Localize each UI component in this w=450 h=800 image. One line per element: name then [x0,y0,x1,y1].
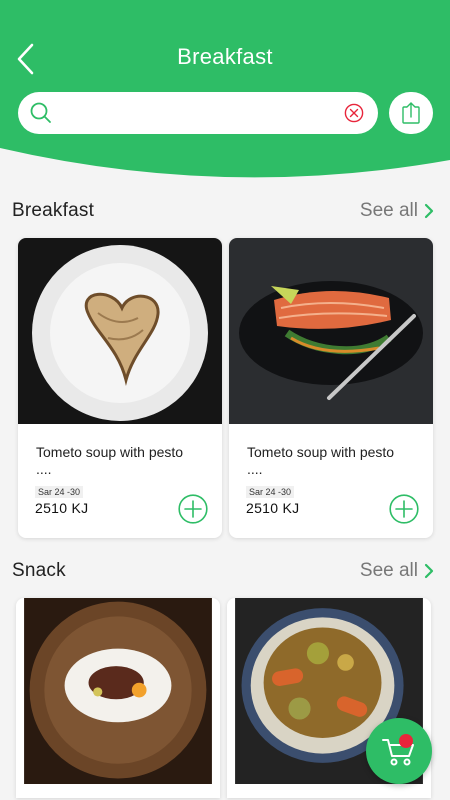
food-date: Sar 24 -30 [35,486,84,498]
section-title: Snack [12,560,66,581]
food-date: Sar 24 -30 [246,486,295,498]
food-name: Tometo soup with pesto .... [247,444,395,477]
food-photo [229,238,433,424]
section-header-breakfast: Breakfast See all [12,198,438,228]
chevron-right-icon [424,563,434,579]
cart-badge [399,734,413,748]
food-card[interactable]: Tometo soup with pesto .... Sar 24 -30 2… [18,238,222,538]
chevron-right-icon [424,203,434,219]
search-icon [30,102,51,123]
search-input[interactable] [62,100,342,126]
page-title: Breakfast [177,44,273,69]
food-name: Tometo soup with pesto .... [36,444,184,477]
header: Breakfast [0,0,450,180]
share-button[interactable] [389,92,433,134]
food-photo [18,238,222,424]
food-energy: 2510 KJ [35,500,89,516]
see-all-link[interactable]: See all [360,560,434,582]
see-all-link[interactable]: See all [360,200,434,222]
food-photo [24,598,212,784]
food-energy: 2510 KJ [246,500,300,516]
food-card[interactable]: Tometo soup with pesto .... Sar 24 -30 2… [229,238,433,538]
section-title: Breakfast [12,200,95,221]
plus-circle-icon[interactable] [178,494,208,524]
plus-circle-icon[interactable] [389,494,419,524]
header-background [0,0,450,178]
share-upload-icon [402,102,420,124]
see-all-label: See all [359,560,418,581]
close-circle-icon[interactable] [344,103,364,123]
see-all-label: See all [359,200,418,221]
cart-button[interactable] [366,718,432,784]
search-bar[interactable] [18,92,378,134]
food-card[interactable] [16,598,220,798]
section-header-snack: Snack See all [12,558,438,588]
